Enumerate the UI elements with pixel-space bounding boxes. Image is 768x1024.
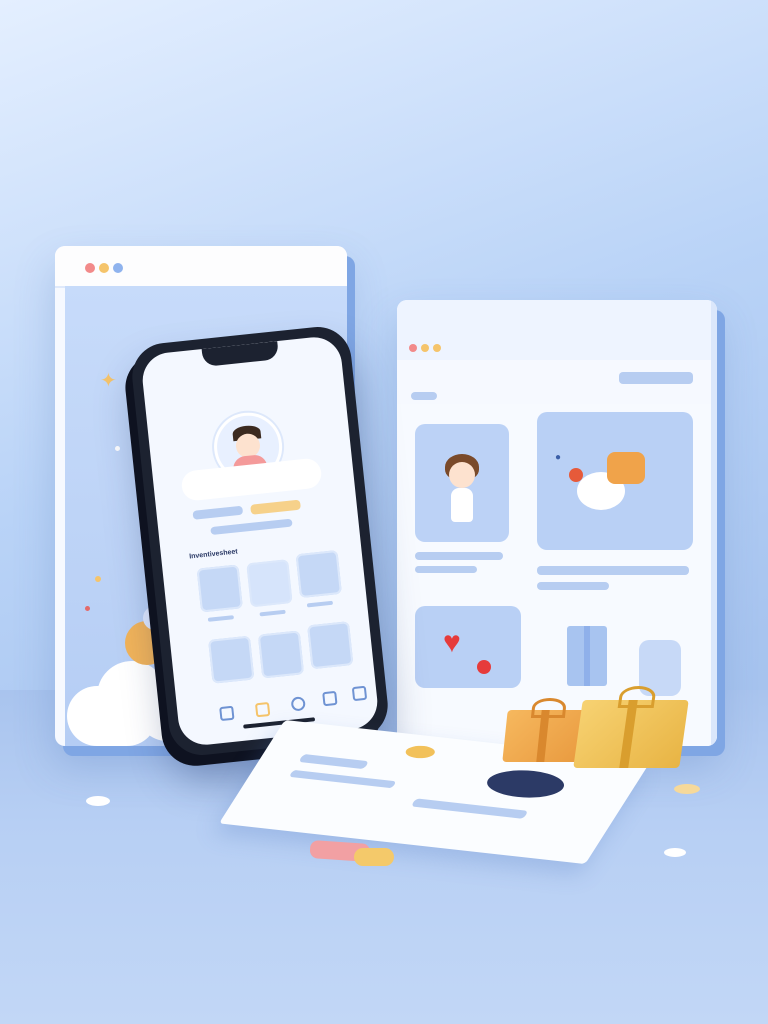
character-card[interactable] [415,424,509,542]
phone-screen: Inventivesheet [139,334,381,748]
close-dot-icon[interactable] [85,263,95,273]
nav-placeholder-bar[interactable] [619,372,693,384]
heart-icon: ♥ [443,626,461,659]
grid-item-tent[interactable] [246,559,293,608]
confetti-decoration [674,784,700,794]
character-illustration [437,448,487,528]
search-nav-icon[interactable] [254,701,271,718]
add-nav-icon[interactable] [290,696,306,712]
text-line-placeholder [410,798,529,819]
grid-item-figure[interactable] [295,549,342,599]
bio-placeholder [210,518,293,536]
right-browser-window: ● ♥ [397,300,717,746]
maximize-dot-icon[interactable] [433,344,441,352]
dish-illustration [479,766,572,802]
bird-card[interactable]: ● [537,412,693,550]
grid-item-portrait[interactable] [196,564,243,613]
gift-box-icon [567,626,607,686]
grid-item-cards[interactable] [257,630,305,679]
sparkle-star-icon: ● [555,452,562,463]
text-line-placeholder [288,769,397,789]
text-line-placeholder [415,552,503,560]
grid-caption-placeholder [306,600,334,608]
activity-nav-icon[interactable] [322,690,338,707]
heart-card[interactable]: ♥ [415,606,521,688]
minimize-dot-icon[interactable] [99,263,109,273]
bird-illustration [569,452,647,512]
confetti-decoration [664,848,686,857]
section-title: Inventivesheet [188,548,239,561]
grid-caption-placeholder [207,615,235,622]
cloud-decoration [180,457,323,502]
follow-button[interactable] [250,499,301,515]
close-dot-icon[interactable] [409,344,417,352]
text-line-placeholder [298,753,370,770]
sparkle-star-icon: ✦ [100,370,117,392]
phone-notch [201,341,280,367]
maximize-dot-icon[interactable] [113,263,123,273]
text-line-placeholder [537,566,689,575]
text-line-placeholder [415,566,477,573]
grid-item-food[interactable] [208,635,255,684]
right-window-controls[interactable] [409,344,441,352]
confetti-decoration [86,796,110,806]
minimize-dot-icon[interactable] [421,344,429,352]
smartphone: Inventivesheet [128,323,392,759]
grid-caption-placeholder [259,609,286,617]
right-window-titlebar [397,300,717,360]
grid-item-party[interactable] [307,621,354,670]
text-line-placeholder [537,582,609,590]
header-placeholder-bar [411,392,437,400]
home-nav-icon[interactable] [219,705,235,722]
profile-nav-icon[interactable] [351,685,368,702]
gift-box-icon [573,686,689,768]
profile-name-placeholder [192,505,244,520]
left-window-controls[interactable] [85,263,123,273]
coin-illustration [402,744,439,760]
confetti-decoration [354,848,394,866]
